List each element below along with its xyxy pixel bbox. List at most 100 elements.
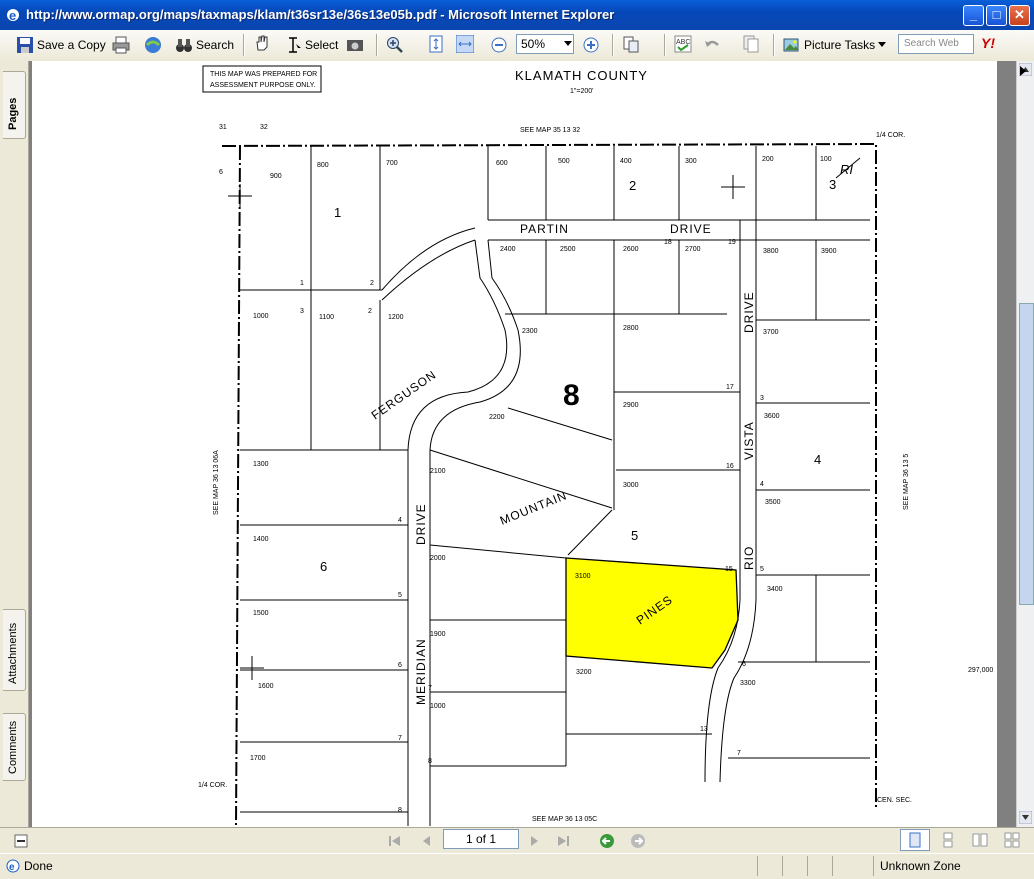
street-drive-right: DRIVE: [742, 291, 756, 333]
email-icon[interactable]: [144, 36, 162, 54]
hand-tool-icon[interactable]: [253, 34, 271, 52]
section-number-31: 31: [219, 124, 227, 131]
lot-700: 700: [386, 160, 398, 167]
lot-1100: 1100: [319, 314, 334, 321]
lot-2700: 2700: [685, 246, 701, 253]
center-section-label: CEN. SEC.: [877, 797, 912, 804]
tab-attachments[interactable]: Attachments: [3, 609, 26, 691]
small-number: 4: [398, 517, 402, 524]
vertical-scrollbar[interactable]: [1016, 61, 1034, 827]
street-drive-top: DRIVE: [670, 222, 712, 236]
status-divider: [807, 856, 808, 876]
lot-2500: 2500: [560, 246, 576, 253]
lot-500: 500: [558, 158, 570, 165]
snapshot-camera-icon[interactable]: [346, 36, 364, 54]
lot-3500: 3500: [765, 499, 781, 506]
scroll-down-arrow-icon[interactable]: [1019, 811, 1032, 824]
lot-3200: 3200: [576, 669, 592, 676]
status-divider: [757, 856, 758, 876]
lot-100: 100: [820, 156, 832, 163]
toolbar-separator: [376, 34, 378, 56]
small-number: 7: [398, 735, 402, 742]
binoculars-icon: [176, 39, 192, 52]
block-8: 8: [563, 379, 580, 412]
last-page-icon[interactable]: [556, 834, 570, 848]
fit-width-icon[interactable]: [456, 35, 474, 53]
svg-text:e: e: [9, 8, 16, 23]
select-tool-button[interactable]: Select: [284, 34, 338, 56]
first-page-icon[interactable]: [388, 834, 402, 848]
block-1: 1: [334, 205, 341, 220]
lot-2000: 2000: [430, 555, 446, 562]
chevron-down-icon: [878, 42, 887, 47]
lot-600: 600: [496, 160, 508, 167]
facing-layout-icon[interactable]: [972, 832, 988, 848]
chevron-down-icon[interactable]: [564, 41, 572, 47]
search-button[interactable]: Search: [175, 34, 234, 56]
previous-page-icon[interactable]: [420, 834, 434, 848]
lot-1000: 1000: [253, 313, 269, 320]
lot-3900: 3900: [821, 248, 837, 255]
tab-pages[interactable]: Pages: [3, 71, 26, 139]
panel-arrow-icon[interactable]: [1016, 64, 1030, 78]
next-page-icon[interactable]: [527, 834, 541, 848]
toolbar-separator: [612, 34, 614, 56]
lot-1600: 1600: [258, 683, 274, 690]
tab-comments[interactable]: Comments: [3, 713, 26, 781]
fit-page-icon[interactable]: [427, 35, 445, 53]
lot-2200: 2200: [489, 414, 505, 421]
small-number: 2: [370, 280, 374, 287]
street-drive-left: DRIVE: [414, 503, 428, 545]
toolbar-separator: [664, 34, 666, 56]
street-ferguson: FERGUSON: [369, 367, 439, 422]
document-viewport[interactable]: THIS MAP WAS PREPARED FOR ASSESSMENT PUR…: [29, 61, 1016, 827]
svg-text:e: e: [9, 862, 15, 873]
small-number: 7: [737, 750, 741, 757]
zoom-out-icon[interactable]: [490, 36, 508, 54]
zoom-in-tool-icon[interactable]: [386, 36, 404, 54]
scroll-thumb[interactable]: [1019, 303, 1034, 605]
page-number-input[interactable]: 1 of 1: [443, 829, 519, 849]
print-icon[interactable]: [112, 36, 130, 54]
back-view-icon[interactable]: [599, 833, 615, 849]
see-map-right: SEE MAP 36 13 5: [903, 454, 910, 510]
block-6: 6: [320, 559, 327, 574]
search-web-input[interactable]: Search Web: [898, 34, 974, 54]
continuous-facing-layout-icon[interactable]: [1004, 832, 1020, 848]
save-copy-label: Save a Copy: [37, 38, 106, 52]
save-copy-button[interactable]: Save a Copy: [16, 34, 106, 56]
county-title: KLAMATH COUNTY: [515, 68, 648, 83]
panel-toggle-icon[interactable]: [14, 834, 28, 848]
maximize-button[interactable]: □: [986, 5, 1007, 26]
forward-view-icon[interactable]: [630, 833, 646, 849]
lot-1300: 1300: [253, 461, 269, 468]
street-mountain: MOUNTAIN: [498, 488, 569, 528]
close-button[interactable]: ✕: [1009, 5, 1030, 26]
zoom-in-icon[interactable]: [582, 36, 600, 54]
lot-1400: 1400: [253, 536, 269, 543]
see-map-left: SEE MAP 36 13 06A: [213, 450, 220, 515]
lot-2800: 2800: [623, 325, 639, 332]
single-page-layout-button[interactable]: [900, 829, 930, 851]
svg-text:ABC: ABC: [676, 39, 690, 46]
small-number: 5: [398, 592, 402, 599]
continuous-layout-icon[interactable]: [940, 832, 956, 848]
small-number: 5: [760, 566, 764, 573]
yahoo-button[interactable]: Y!: [981, 35, 995, 51]
picture-tasks-label: Picture Tasks: [804, 38, 876, 52]
notice-line-1: THIS MAP WAS PREPARED FOR: [210, 71, 317, 78]
pages-icon[interactable]: [742, 35, 760, 53]
rotate-view-icon[interactable]: [622, 35, 640, 53]
spell-check-icon[interactable]: ABC: [674, 35, 692, 53]
lot-2400: 2400: [500, 246, 516, 253]
block-3: 3: [829, 177, 836, 192]
lot-3300: 3300: [740, 680, 756, 687]
small-number: 3: [760, 395, 764, 402]
street-vista: VISTA: [742, 421, 756, 460]
undo-icon[interactable]: [703, 36, 721, 54]
minimize-button[interactable]: _: [963, 5, 984, 26]
small-number: 13: [700, 726, 708, 733]
picture-icon: [783, 38, 799, 52]
picture-tasks-button[interactable]: Picture Tasks: [783, 34, 887, 56]
coordinate-label: 297,000: [968, 667, 993, 674]
